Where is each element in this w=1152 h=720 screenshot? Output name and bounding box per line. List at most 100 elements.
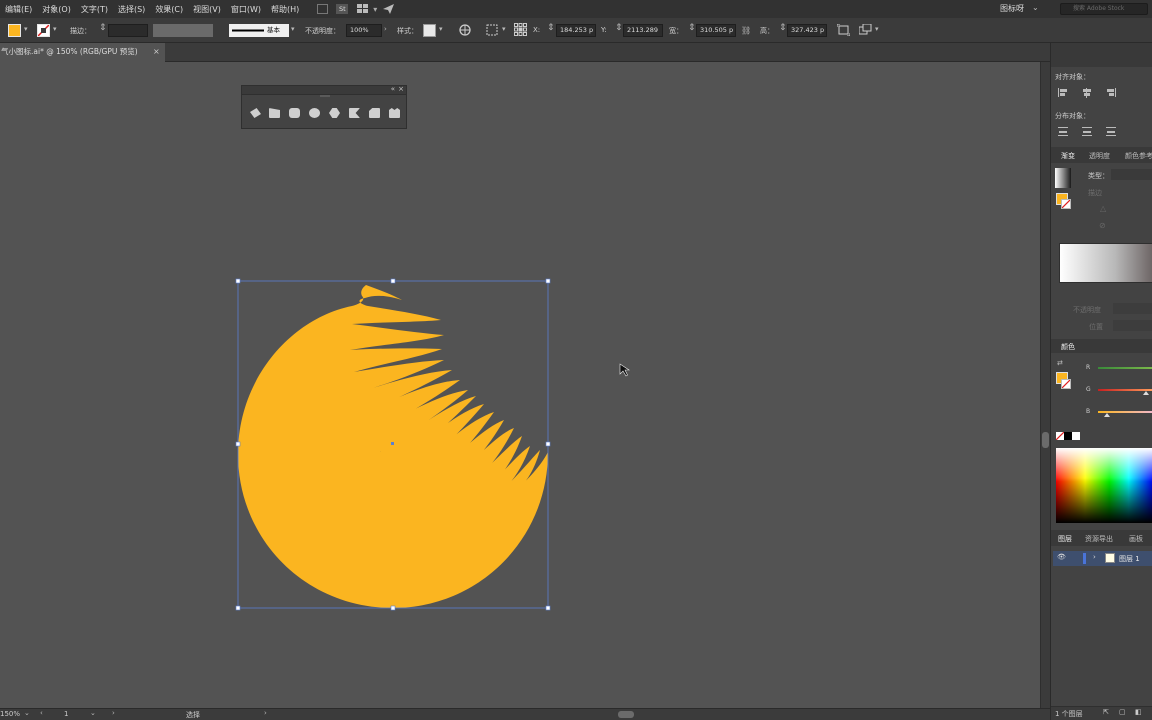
chevron-down-icon[interactable]: ▾ <box>372 4 378 14</box>
scrollbar-thumb[interactable] <box>1042 432 1049 448</box>
zoom-chevron-icon[interactable]: ⌄ <box>24 709 30 717</box>
handle-middle-right[interactable] <box>545 441 551 447</box>
artboard-number[interactable]: 1 <box>64 710 68 718</box>
menu-window[interactable]: 窗口(W) <box>226 4 266 15</box>
floating-panel-header[interactable]: « × <box>242 85 406 95</box>
menu-effect[interactable]: 效果(C) <box>150 4 188 15</box>
moon-sun-shape[interactable] <box>238 285 548 608</box>
color-spectrum[interactable] <box>1056 448 1152 523</box>
artboard-prev-icon[interactable]: ‹ <box>40 709 43 717</box>
align-center-icon[interactable] <box>1082 88 1092 98</box>
fill-chevron-icon[interactable]: ▾ <box>24 25 28 33</box>
distribute-top-icon[interactable] <box>1058 127 1068 136</box>
color-panel-title[interactable]: 颜色 <box>1061 342 1075 352</box>
y-stepper[interactable]: ⇕ <box>615 23 623 33</box>
tool-5-icon[interactable] <box>329 108 340 118</box>
menu-type[interactable]: 文字(T) <box>76 4 113 15</box>
tab-color-guide[interactable]: 颜色参考 <box>1125 151 1152 161</box>
gradient-position-field[interactable] <box>1113 320 1152 331</box>
recolor-artwork-icon[interactable] <box>459 24 471 38</box>
stock-search-input[interactable]: 搜索 Adobe Stock <box>1060 3 1148 15</box>
white-color-swatch[interactable] <box>1072 432 1080 440</box>
gradient-stroke-swatch[interactable] <box>1061 199 1071 209</box>
arrange-documents-icon[interactable] <box>356 4 368 14</box>
color-stroke-swatch[interactable] <box>1061 379 1071 389</box>
tab-artboards[interactable]: 画板 <box>1129 534 1143 544</box>
layer-name[interactable]: 图层 1 <box>1119 554 1140 564</box>
align-chevron-icon[interactable]: ▾ <box>502 25 506 33</box>
bridge-icon[interactable] <box>316 4 328 14</box>
constrain-proportions-icon[interactable]: ⛓ <box>741 26 751 35</box>
tool-6-icon[interactable] <box>349 108 360 118</box>
tool-2-icon[interactable] <box>269 108 280 118</box>
handle-bottom-right[interactable] <box>545 605 551 611</box>
tab-layers[interactable]: 图层 <box>1058 534 1072 544</box>
swap-colors-icon[interactable]: ⇄ <box>1057 359 1063 367</box>
transform-icon[interactable] <box>836 23 851 38</box>
tool-1-icon[interactable] <box>250 108 261 118</box>
close-icon[interactable]: × <box>153 43 160 61</box>
handle-top-center[interactable] <box>390 278 396 284</box>
expand-chevron-icon[interactable]: › <box>1093 553 1096 561</box>
tab-gradient[interactable]: 渐变 <box>1061 151 1075 161</box>
handle-top-right[interactable] <box>545 278 551 284</box>
collapse-icon[interactable]: « <box>391 85 395 93</box>
brush-chevron-icon[interactable]: ▾ <box>291 25 295 33</box>
export-icon[interactable]: ⇱ <box>1103 708 1109 716</box>
stroke-chevron-icon[interactable]: ▾ <box>53 25 57 33</box>
menu-object[interactable]: 对象(O) <box>37 4 76 15</box>
tool-7-icon[interactable] <box>369 108 380 118</box>
close-icon[interactable]: × <box>398 85 404 93</box>
x-field[interactable]: 184.253 p <box>556 24 596 37</box>
red-slider-track[interactable] <box>1098 367 1152 369</box>
tab-transparency[interactable]: 透明度 <box>1089 151 1110 161</box>
distribute-center-icon[interactable] <box>1082 127 1092 136</box>
tool-3-icon[interactable] <box>289 108 300 118</box>
horizontal-scrollbar-thumb[interactable] <box>618 711 634 718</box>
opacity-arrow-icon[interactable]: › <box>384 25 387 33</box>
isolate-icon[interactable] <box>858 23 872 38</box>
width-field[interactable]: 310.505 p <box>696 24 736 37</box>
menu-edit[interactable]: 编辑(E) <box>0 4 37 15</box>
transform-reference-icon[interactable] <box>514 23 527 38</box>
new-layer-icon[interactable]: ▢ <box>1119 708 1126 716</box>
mask-icon[interactable]: ◧ <box>1135 708 1142 716</box>
fill-swatch[interactable] <box>8 24 21 37</box>
handle-top-left[interactable] <box>235 278 241 284</box>
menu-view[interactable]: 视图(V) <box>188 4 226 15</box>
height-stepper[interactable]: ⇕ <box>779 23 787 33</box>
floating-tools-panel[interactable]: « × <box>241 85 407 129</box>
visibility-eye-icon[interactable]: 👁 <box>1057 553 1066 561</box>
align-left-icon[interactable] <box>1058 88 1068 97</box>
tool-8-icon[interactable] <box>389 108 400 118</box>
stock-icon[interactable]: St <box>336 4 349 14</box>
status-arrow-icon[interactable]: › <box>264 709 267 717</box>
vertical-scrollbar[interactable] <box>1040 62 1050 708</box>
align-right-icon[interactable] <box>1106 88 1116 97</box>
handle-bottom-left[interactable] <box>235 605 241 611</box>
height-field[interactable]: 327.423 p <box>787 24 827 37</box>
tab-asset-export[interactable]: 资源导出 <box>1085 534 1113 544</box>
x-stepper[interactable]: ⇕ <box>547 23 555 33</box>
artboard-chevron-icon[interactable]: ⌄ <box>90 709 96 717</box>
panel-menu-chevron-icon[interactable]: ▾ <box>875 25 879 33</box>
none-color-swatch[interactable] <box>1056 432 1064 440</box>
layer-row[interactable]: 👁 › 图层 1 <box>1053 551 1152 566</box>
align-to-selection-icon[interactable] <box>486 24 500 38</box>
handle-bottom-center[interactable] <box>390 605 396 611</box>
menu-help[interactable]: 帮助(H) <box>266 4 304 15</box>
black-color-swatch[interactable] <box>1064 432 1072 440</box>
dock-grip[interactable] <box>320 95 330 97</box>
blue-slider-thumb[interactable] <box>1104 413 1110 417</box>
stroke-weight-stepper[interactable]: ⇕ <box>99 23 107 33</box>
distribute-bottom-icon[interactable] <box>1106 127 1116 136</box>
horizontal-scrollbar[interactable] <box>280 711 1040 718</box>
document-tab[interactable]: 气小图标.ai* @ 150% (RGB/GPU 预览) <box>0 43 165 62</box>
artboard-next-icon[interactable]: › <box>112 709 115 717</box>
graphic-style-swatch[interactable] <box>423 24 436 37</box>
gradient-slider-ramp[interactable] <box>1059 243 1152 283</box>
zoom-level[interactable]: 150% <box>0 710 20 718</box>
brush-definition[interactable]: 基本 <box>229 24 289 37</box>
workspace-switcher[interactable]: 图标呀 <box>1000 3 1024 14</box>
variable-width-profile[interactable] <box>153 24 213 37</box>
